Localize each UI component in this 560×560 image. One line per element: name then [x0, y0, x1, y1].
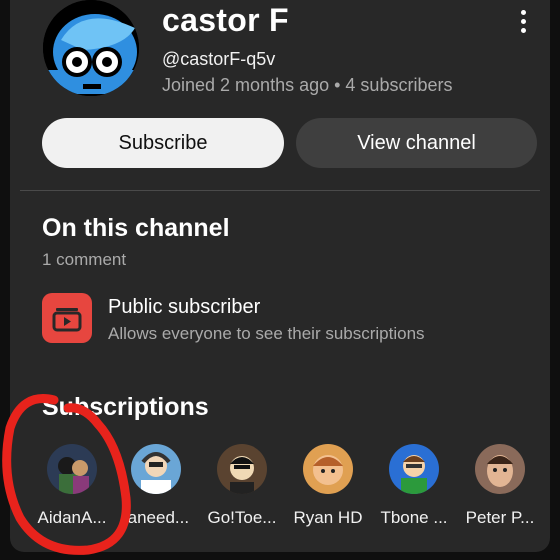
subscription-avatar — [47, 444, 97, 494]
subscription-avatar — [131, 444, 181, 494]
subscription-name: Tbone ... — [380, 508, 448, 527]
channel-avatar[interactable] — [43, 0, 139, 96]
subscriptions-title: Subscriptions — [42, 393, 209, 421]
subscription-avatar — [217, 444, 267, 494]
subscription-item[interactable]: Go!Toe... — [202, 444, 282, 528]
channel-name: castor F — [162, 2, 289, 38]
subscription-name: Go!Toe... — [207, 508, 277, 527]
subscription-avatar — [303, 444, 353, 494]
subscription-avatar — [475, 444, 525, 494]
subscription-avatar — [389, 444, 439, 494]
subscription-name: Ryan HD — [293, 508, 363, 527]
public-subscriber-title: Public subscriber — [108, 296, 261, 318]
channel-meta: Joined 2 months ago • 4 subscribers — [162, 75, 453, 95]
public-subscriber-description: Allows everyone to see their subscriptio… — [108, 324, 425, 343]
channel-card: castor F @castorF-q5v Joined 2 months ag… — [10, 0, 550, 552]
subscription-name: AidanA... — [37, 508, 107, 527]
blue-creature-avatar-icon — [43, 0, 139, 96]
subscription-item[interactable]: AidanA... — [32, 444, 112, 528]
subscription-item[interactable]: Ryan HD — [288, 444, 368, 528]
subscription-item[interactable]: Peter P... — [460, 444, 540, 528]
subscribe-button[interactable]: Subscribe — [42, 118, 284, 168]
subscription-name: Peter P... — [465, 508, 535, 527]
on-this-channel-title: On this channel — [42, 214, 230, 242]
subscription-name: Ianeed... — [122, 508, 190, 527]
channel-handle: @castorF-q5v — [162, 49, 276, 69]
more-options-icon[interactable] — [513, 10, 533, 36]
subscription-item[interactable]: Ianeed... — [116, 444, 196, 528]
subscriptions-icon — [42, 293, 92, 343]
divider — [20, 190, 540, 191]
subscription-item[interactable]: Tbone ... — [374, 444, 454, 528]
comment-count: 1 comment — [42, 250, 127, 269]
view-channel-button[interactable]: View channel — [296, 118, 537, 168]
